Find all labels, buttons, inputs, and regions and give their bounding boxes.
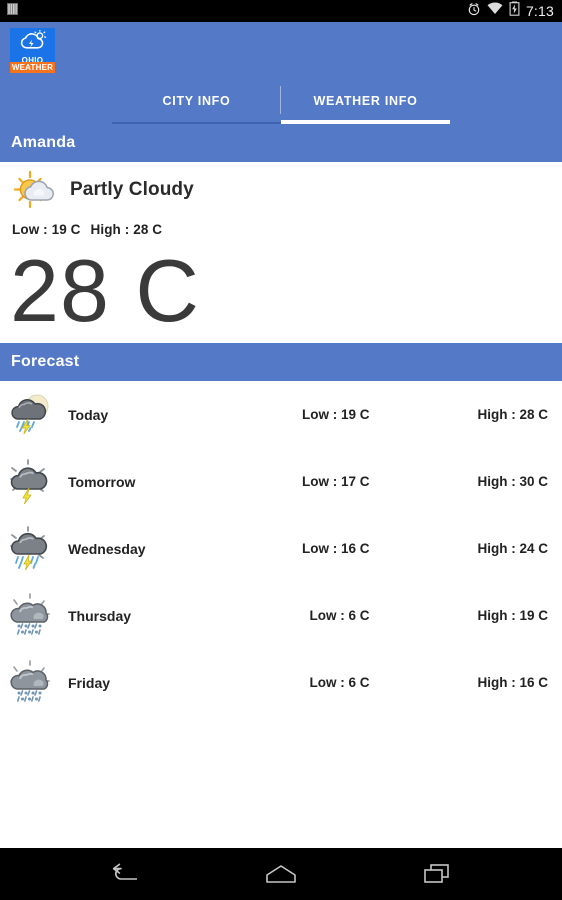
- forecast-low: Low : 19 C: [301, 407, 370, 422]
- thunderstorm-icon: [10, 458, 54, 505]
- current-temperature: 28 C: [10, 241, 200, 340]
- app-bar: OHIO WEATHER: [0, 22, 562, 78]
- cloud-sun-lightning-icon: [17, 29, 49, 57]
- moon-thunderstorm-rain-icon: [10, 392, 54, 438]
- tab-bar: CITY INFO WEATHER INFO: [0, 78, 562, 124]
- forecast-list: Today Low : 19 C High : 28 C Tomorrow Lo…: [0, 381, 562, 716]
- forecast-title: Forecast: [11, 353, 80, 370]
- app-logo-line2: WEATHER: [10, 61, 55, 73]
- content-filler: [0, 716, 562, 848]
- system-nav-bar: [0, 848, 562, 900]
- tab-weather-info-label: WEATHER INFO: [313, 94, 418, 108]
- sim-card-icon: [6, 2, 19, 21]
- app-screen: 7:13 OHIO WEATHER CITY INFO WEATHER INFO…: [0, 0, 562, 900]
- alarm-clock-icon: [467, 2, 481, 21]
- city-section-header: Amanda: [0, 124, 562, 162]
- current-condition-row: Partly Cloudy: [0, 168, 562, 212]
- forecast-low: Low : 6 C: [309, 675, 370, 690]
- status-bar-right: 7:13: [467, 1, 554, 21]
- tab-city-info-label: CITY INFO: [162, 94, 231, 108]
- table-row[interactable]: Friday Low : 6 C High : 16 C: [0, 649, 562, 716]
- forecast-low: Low : 6 C: [309, 608, 370, 623]
- app-logo[interactable]: OHIO WEATHER: [10, 27, 55, 73]
- battery-charging-icon: [509, 1, 520, 21]
- forecast-high: High : 30 C: [477, 474, 548, 489]
- forecast-low: Low : 16 C: [301, 541, 370, 556]
- forecast-day: Today: [68, 406, 109, 423]
- table-row[interactable]: Wednesday Low : 16 C High : 24 C: [0, 515, 562, 582]
- status-bar: 7:13: [0, 0, 562, 22]
- table-row[interactable]: Today Low : 19 C High : 28 C: [0, 381, 562, 448]
- thunderstorm-rain-icon: [10, 525, 54, 572]
- home-icon[interactable]: [257, 854, 305, 894]
- status-bar-left: [6, 2, 19, 21]
- back-icon[interactable]: [101, 854, 149, 894]
- current-condition-label: Partly Cloudy: [70, 179, 194, 200]
- status-bar-clock: 7:13: [525, 3, 554, 19]
- rain-sleet-cloud-icon: [10, 592, 54, 639]
- wifi-icon: [487, 2, 503, 20]
- current-low-high: Low : 19 C High : 28 C: [0, 222, 562, 237]
- current-conditions: Partly Cloudy Low : 19 C High : 28 C 28 C: [0, 162, 562, 343]
- forecast-day: Wednesday: [68, 540, 146, 557]
- forecast-low: Low : 17 C: [301, 474, 370, 489]
- forecast-high: High : 16 C: [477, 675, 548, 690]
- recents-icon[interactable]: [413, 854, 461, 894]
- tab-weather-info[interactable]: WEATHER INFO: [281, 78, 450, 124]
- city-name: Amanda: [11, 134, 76, 151]
- forecast-day: Thursday: [68, 607, 132, 624]
- current-low-label: Low : 19 C: [12, 222, 81, 237]
- tab-city-info[interactable]: CITY INFO: [112, 78, 281, 124]
- table-row[interactable]: Thursday Low : 6 C High : 19 C: [0, 582, 562, 649]
- forecast-section-header: Forecast: [0, 343, 562, 381]
- forecast-high: High : 28 C: [477, 407, 548, 422]
- forecast-high: High : 19 C: [477, 608, 548, 623]
- tab-weather-info-underline: [281, 120, 450, 124]
- table-row[interactable]: Tomorrow Low : 17 C High : 30 C: [0, 448, 562, 515]
- forecast-high: High : 24 C: [477, 541, 548, 556]
- forecast-day: Tomorrow: [68, 473, 136, 490]
- current-high-label: High : 28 C: [90, 222, 163, 237]
- rain-sleet-cloud-icon: [10, 659, 54, 706]
- sun-behind-cloud-icon: [12, 169, 60, 211]
- forecast-day: Friday: [68, 674, 111, 691]
- tab-city-info-underline: [112, 122, 281, 124]
